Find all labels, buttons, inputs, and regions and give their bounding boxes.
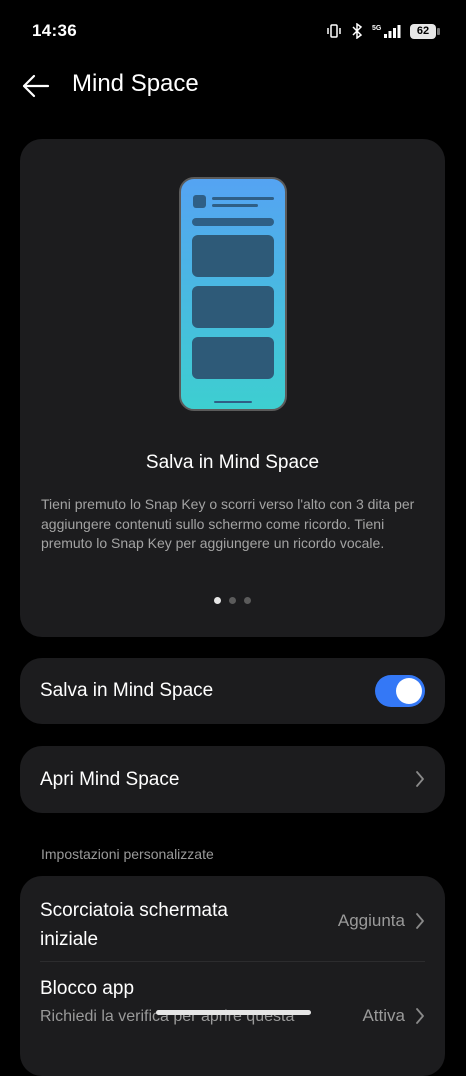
feature-description: Tieni premuto lo Snap Key o scorri verso… (41, 496, 415, 551)
save-mind-space-label: Salva in Mind Space (40, 680, 214, 701)
page-indicator (20, 597, 445, 604)
5g-signal-icon: 5G (372, 25, 401, 38)
toggle-knob (396, 678, 422, 704)
home-shortcut-row[interactable]: Scorciatoia schermata iniziale Aggiunta (20, 876, 445, 961)
home-indicator[interactable] (156, 1010, 311, 1015)
chevron-right-icon (416, 1008, 424, 1024)
phone-illustration (174, 177, 290, 418)
status-time: 14:36 (32, 21, 77, 40)
home-shortcut-label-line1: Scorciatoia schermata (40, 900, 228, 921)
custom-settings-card: Scorciatoia schermata iniziale Aggiunta … (20, 876, 445, 1076)
status-bar: 14:36 5G 62 (0, 0, 466, 60)
status-icons: 5G 62 (326, 20, 440, 42)
feature-title: Salva in Mind Space (145, 452, 320, 473)
vibrate-icon (327, 24, 341, 38)
app-lock-label: Blocco app (40, 978, 135, 999)
battery-icon: 62 (410, 23, 440, 39)
home-shortcut-value: Aggiunta (337, 911, 405, 930)
chevron-right-icon (416, 771, 424, 787)
app-lock-row[interactable]: Blocco app Richiedi la verifica per apri… (20, 962, 445, 1076)
page-dot-1[interactable] (214, 597, 221, 604)
bluetooth-icon (352, 23, 363, 39)
chevron-right-icon (416, 913, 424, 929)
open-mind-space-row[interactable]: Apri Mind Space (20, 746, 445, 813)
battery-level: 62 (416, 25, 430, 37)
back-arrow-icon (22, 74, 50, 98)
page-dot-2[interactable] (229, 597, 236, 604)
open-mind-space-label: Apri Mind Space (40, 769, 180, 790)
home-shortcut-label: Scorciatoia schermata iniziale (40, 896, 228, 954)
home-shortcut-label-line2: iniziale (40, 929, 99, 950)
app-lock-value: Attiva (362, 1006, 405, 1025)
save-mind-space-row[interactable]: Salva in Mind Space (20, 658, 445, 724)
svg-text:5G: 5G (372, 25, 382, 32)
section-title: Impostazioni personalizzate (41, 846, 214, 862)
save-mind-space-toggle[interactable] (375, 675, 425, 707)
page-title: Mind Space (72, 70, 199, 97)
back-button[interactable] (20, 72, 52, 100)
feature-card: Salva in Mind Space Tieni premuto lo Sna… (20, 139, 445, 637)
page-dot-3[interactable] (244, 597, 251, 604)
